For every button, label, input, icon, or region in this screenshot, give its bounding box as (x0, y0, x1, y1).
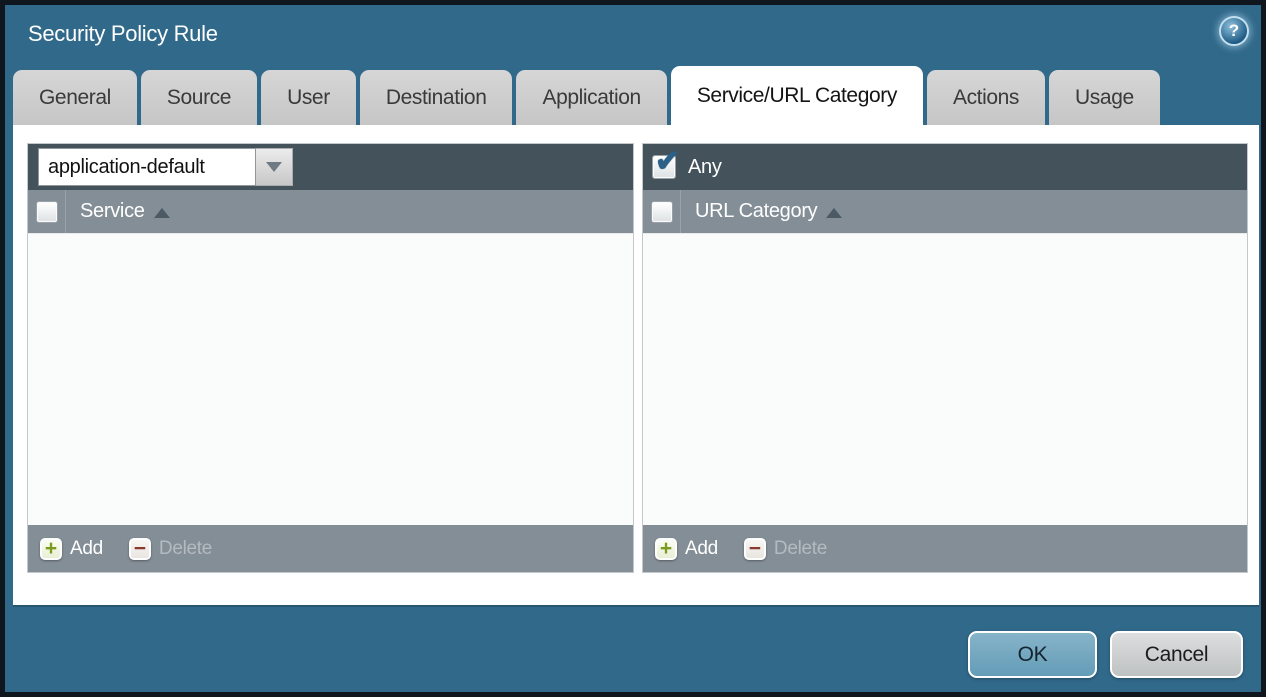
triangle-up-icon (826, 208, 842, 218)
security-policy-rule-dialog: Security Policy Rule ? General Source Us… (0, 0, 1266, 697)
any-checkbox-label: Any (688, 156, 722, 179)
add-button-label: Add (70, 538, 103, 560)
chevron-down-icon (266, 162, 282, 172)
tab-label: User (287, 86, 330, 110)
service-column-header[interactable]: Service (66, 190, 170, 233)
checkmark-icon: ✔ (655, 144, 680, 179)
tab-label: Destination (386, 86, 487, 110)
url-category-column-header-row: URL Category (643, 190, 1247, 234)
add-button-label: Add (685, 538, 718, 560)
ok-button[interactable]: OK (968, 631, 1097, 678)
service-add-button[interactable]: + Add (40, 538, 103, 560)
service-panel-topbar: application-default (28, 144, 633, 190)
service-delete-button[interactable]: − Delete (129, 538, 212, 560)
tab-general[interactable]: General (13, 70, 137, 125)
service-type-dropdown[interactable]: application-default (38, 148, 293, 186)
page-title: Security Policy Rule (28, 21, 218, 47)
cancel-button[interactable]: Cancel (1110, 631, 1243, 678)
tab-label: General (39, 86, 111, 110)
url-category-select-all-checkbox[interactable] (652, 202, 672, 222)
tab-user[interactable]: User (261, 70, 356, 125)
tab-label: Application (542, 86, 640, 110)
tab-content-service-url-category: application-default Service + (13, 125, 1259, 605)
minus-icon: − (744, 538, 766, 560)
tab-usage[interactable]: Usage (1049, 70, 1160, 125)
tab-label: Service/URL Category (697, 84, 897, 108)
service-type-dropdown-value[interactable]: application-default (38, 148, 256, 186)
url-category-panel-footer: + Add − Delete (643, 525, 1247, 572)
service-select-all-checkbox[interactable] (37, 202, 57, 222)
url-category-panel-topbar: ✔ Any (643, 144, 1247, 190)
tab-source[interactable]: Source (141, 70, 257, 125)
service-select-all-cell (28, 190, 66, 233)
service-list[interactable] (28, 234, 633, 525)
service-column-header-row: Service (28, 190, 633, 234)
tab-actions[interactable]: Actions (927, 70, 1045, 125)
url-category-column-label: URL Category (695, 200, 817, 223)
tab-label: Usage (1075, 86, 1134, 110)
delete-button-label: Delete (159, 538, 212, 560)
service-column-label: Service (80, 200, 145, 223)
delete-button-label: Delete (774, 538, 827, 560)
url-category-list[interactable] (643, 234, 1247, 525)
url-category-panel: ✔ Any URL Category + Add (642, 143, 1248, 573)
help-icon[interactable]: ? (1219, 16, 1249, 46)
help-glyph: ? (1229, 21, 1239, 41)
triangle-up-icon (154, 208, 170, 218)
tab-label: Actions (953, 86, 1019, 110)
tab-strip: General Source User Destination Applicat… (13, 66, 1160, 125)
plus-icon: + (40, 538, 62, 560)
service-panel-footer: + Add − Delete (28, 525, 633, 572)
tab-destination[interactable]: Destination (360, 70, 513, 125)
tab-label: Source (167, 86, 231, 110)
tab-service-url-category[interactable]: Service/URL Category (671, 66, 923, 125)
tab-application[interactable]: Application (516, 70, 666, 125)
url-category-delete-button[interactable]: − Delete (744, 538, 827, 560)
service-type-dropdown-button[interactable] (256, 148, 293, 186)
title-bar: Security Policy Rule ? (5, 5, 1261, 66)
url-category-column-header[interactable]: URL Category (681, 190, 842, 233)
minus-icon: − (129, 538, 151, 560)
service-panel: application-default Service + (27, 143, 634, 573)
url-category-any-checkbox[interactable]: ✔ (653, 156, 675, 178)
url-category-select-all-cell (643, 190, 681, 233)
plus-icon: + (655, 538, 677, 560)
url-category-add-button[interactable]: + Add (655, 538, 718, 560)
